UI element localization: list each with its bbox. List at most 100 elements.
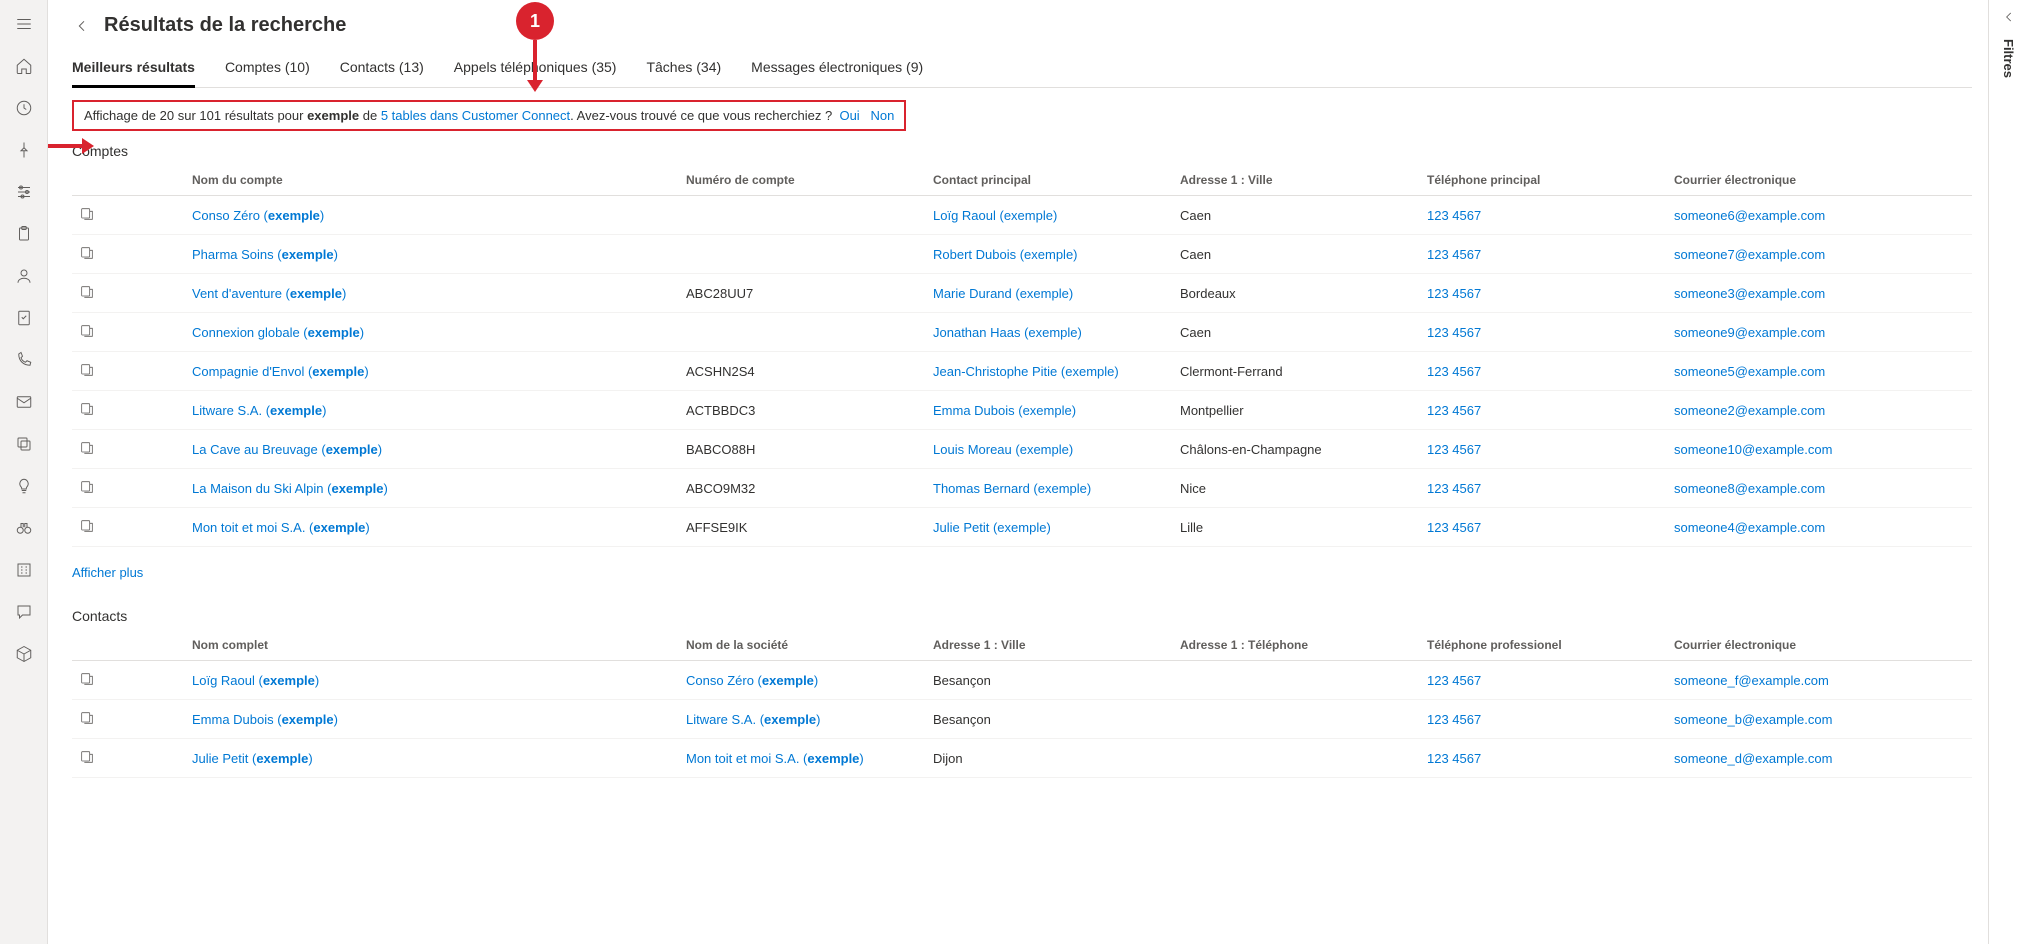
- lightbulb-icon[interactable]: [8, 470, 40, 502]
- contacts-col-addrphone[interactable]: Adresse 1 : Téléphone: [1174, 630, 1421, 661]
- account-email-link[interactable]: someone2@example.com: [1674, 403, 1825, 418]
- primary-contact-link[interactable]: Emma Dubois (exemple): [933, 403, 1076, 418]
- table-row[interactable]: Litware S.A. (exemple)ACTBBDC3Emma Duboi…: [72, 391, 1972, 430]
- account-name-link[interactable]: Vent d'aventure (exemple): [192, 286, 346, 301]
- account-phone-link[interactable]: 123 4567: [1427, 364, 1481, 379]
- account-name-link[interactable]: Conso Zéro (exemple): [192, 208, 324, 223]
- accounts-col-city[interactable]: Adresse 1 : Ville: [1174, 165, 1421, 196]
- tab-accounts[interactable]: Comptes (10): [225, 49, 310, 87]
- accounts-col-contact[interactable]: Contact principal: [927, 165, 1174, 196]
- accounts-col-phone[interactable]: Téléphone principal: [1421, 165, 1668, 196]
- table-row[interactable]: Connexion globale (exemple) Jonathan Haas…: [72, 313, 1972, 352]
- contact-name-link[interactable]: Loïg Raoul (exemple): [192, 673, 319, 688]
- primary-contact-link[interactable]: Jean-Christophe Pitie (exemple): [933, 364, 1119, 379]
- home-icon[interactable]: [8, 50, 40, 82]
- contact-name-link[interactable]: Emma Dubois (exemple): [192, 712, 338, 727]
- accounts-col-email[interactable]: Courrier électronique: [1668, 165, 1972, 196]
- open-record-icon[interactable]: [78, 670, 96, 688]
- filters-panel[interactable]: Filtres: [1988, 0, 2028, 944]
- account-name-link[interactable]: La Cave au Breuvage (exemple): [192, 442, 382, 457]
- open-record-icon[interactable]: [78, 283, 96, 301]
- open-record-icon[interactable]: [78, 439, 96, 457]
- contact-phone-link[interactable]: 123 4567: [1427, 673, 1481, 688]
- account-name-link[interactable]: Litware S.A. (exemple): [192, 403, 326, 418]
- contact-email-link[interactable]: someone_f@example.com: [1674, 673, 1829, 688]
- contact-email-link[interactable]: someone_b@example.com: [1674, 712, 1832, 727]
- account-phone-link[interactable]: 123 4567: [1427, 403, 1481, 418]
- primary-contact-link[interactable]: Thomas Bernard (exemple): [933, 481, 1091, 496]
- table-row[interactable]: Compagnie d'Envol (exemple)ACSHN2S4Jean-…: [72, 352, 1972, 391]
- mail-icon[interactable]: [8, 386, 40, 418]
- phone-icon[interactable]: [8, 344, 40, 376]
- table-row[interactable]: Emma Dubois (exemple) Litware S.A. (exemp…: [72, 700, 1972, 739]
- open-record-icon[interactable]: [78, 478, 96, 496]
- chat-icon[interactable]: [8, 596, 40, 628]
- primary-contact-link[interactable]: Marie Durand (exemple): [933, 286, 1073, 301]
- accounts-show-more-link[interactable]: Afficher plus: [72, 565, 1972, 580]
- cube-icon[interactable]: [8, 638, 40, 670]
- feedback-yes-link[interactable]: Oui: [839, 108, 859, 123]
- table-row[interactable]: Conso Zéro (exemple) Loïg Raoul (exemple)…: [72, 196, 1972, 235]
- contact-company-link[interactable]: Conso Zéro (exemple): [686, 673, 818, 688]
- clipboard-icon[interactable]: [8, 218, 40, 250]
- account-phone-link[interactable]: 123 4567: [1427, 325, 1481, 340]
- tab-contacts[interactable]: Contacts (13): [340, 49, 424, 87]
- primary-contact-link[interactable]: Julie Petit (exemple): [933, 520, 1051, 535]
- recent-icon[interactable]: [8, 92, 40, 124]
- primary-contact-link[interactable]: Loïg Raoul (exemple): [933, 208, 1057, 223]
- tab-tasks[interactable]: Tâches (34): [646, 49, 721, 87]
- contacts-col-company[interactable]: Nom de la société: [680, 630, 927, 661]
- account-name-link[interactable]: Connexion globale (exemple): [192, 325, 364, 340]
- contact-name-link[interactable]: Julie Petit (exemple): [192, 751, 313, 766]
- pinned-icon[interactable]: [8, 134, 40, 166]
- account-phone-link[interactable]: 123 4567: [1427, 520, 1481, 535]
- account-email-link[interactable]: someone9@example.com: [1674, 325, 1825, 340]
- open-record-icon[interactable]: [78, 361, 96, 379]
- account-email-link[interactable]: someone5@example.com: [1674, 364, 1825, 379]
- feedback-no-link[interactable]: Non: [871, 108, 895, 123]
- back-button[interactable]: [72, 16, 92, 36]
- open-record-icon[interactable]: [78, 748, 96, 766]
- account-email-link[interactable]: someone4@example.com: [1674, 520, 1825, 535]
- open-record-icon[interactable]: [78, 400, 96, 418]
- account-name-link[interactable]: Mon toit et moi S.A. (exemple): [192, 520, 370, 535]
- binoculars-icon[interactable]: [8, 512, 40, 544]
- contact-phone-link[interactable]: 123 4567: [1427, 751, 1481, 766]
- table-row[interactable]: Mon toit et moi S.A. (exemple)AFFSE9IKJu…: [72, 508, 1972, 547]
- account-phone-link[interactable]: 123 4567: [1427, 481, 1481, 496]
- contact-phone-link[interactable]: 123 4567: [1427, 712, 1481, 727]
- account-email-link[interactable]: someone3@example.com: [1674, 286, 1825, 301]
- contacts-col-city[interactable]: Adresse 1 : Ville: [927, 630, 1174, 661]
- settings-sliders-icon[interactable]: [8, 176, 40, 208]
- account-name-link[interactable]: La Maison du Ski Alpin (exemple): [192, 481, 388, 496]
- accounts-col-number[interactable]: Numéro de compte: [680, 165, 927, 196]
- primary-contact-link[interactable]: Louis Moreau (exemple): [933, 442, 1073, 457]
- account-email-link[interactable]: someone6@example.com: [1674, 208, 1825, 223]
- tab-best-results[interactable]: Meilleurs résultats: [72, 49, 195, 88]
- contact-company-link[interactable]: Mon toit et moi S.A. (exemple): [686, 751, 864, 766]
- primary-contact-link[interactable]: Jonathan Haas (exemple): [933, 325, 1082, 340]
- account-name-link[interactable]: Compagnie d'Envol (exemple): [192, 364, 369, 379]
- account-name-link[interactable]: Pharma Soins (exemple): [192, 247, 338, 262]
- person-icon[interactable]: [8, 260, 40, 292]
- open-record-icon[interactable]: [78, 244, 96, 262]
- contact-company-link[interactable]: Litware S.A. (exemple): [686, 712, 820, 727]
- account-phone-link[interactable]: 123 4567: [1427, 442, 1481, 457]
- account-email-link[interactable]: someone7@example.com: [1674, 247, 1825, 262]
- primary-contact-link[interactable]: Robert Dubois (exemple): [933, 247, 1078, 262]
- table-row[interactable]: Loïg Raoul (exemple) Conso Zéro (exemple)…: [72, 661, 1972, 700]
- contact-email-link[interactable]: someone_d@example.com: [1674, 751, 1832, 766]
- table-row[interactable]: La Maison du Ski Alpin (exemple)ABCO9M32…: [72, 469, 1972, 508]
- accounts-col-name[interactable]: Nom du compte: [186, 165, 680, 196]
- account-phone-link[interactable]: 123 4567: [1427, 286, 1481, 301]
- account-email-link[interactable]: someone8@example.com: [1674, 481, 1825, 496]
- table-row[interactable]: La Cave au Breuvage (exemple)BABCO88HLou…: [72, 430, 1972, 469]
- open-record-icon[interactable]: [78, 322, 96, 340]
- open-record-icon[interactable]: [78, 205, 96, 223]
- task-icon[interactable]: [8, 302, 40, 334]
- menu-icon[interactable]: [8, 8, 40, 40]
- copy-icon[interactable]: [8, 428, 40, 460]
- account-phone-link[interactable]: 123 4567: [1427, 247, 1481, 262]
- table-row[interactable]: Julie Petit (exemple) Mon toit et moi S.A…: [72, 739, 1972, 778]
- summary-scope-link[interactable]: 5 tables dans Customer Connect: [381, 108, 570, 123]
